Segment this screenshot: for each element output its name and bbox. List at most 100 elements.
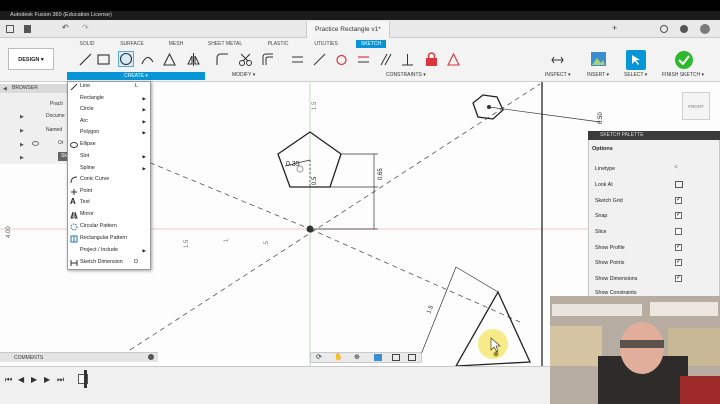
play-icon[interactable]: ▶ xyxy=(31,375,37,384)
tab-mesh[interactable]: MESH xyxy=(166,40,186,48)
zoom-icon[interactable]: ⊕ xyxy=(354,353,360,361)
arc-tool-icon[interactable] xyxy=(140,52,155,67)
select-menu-trigger[interactable]: SELECT ▾ xyxy=(624,72,647,79)
menu-item-text[interactable]: Text xyxy=(80,197,148,208)
dimension-0-35[interactable]: 0.35 xyxy=(286,161,300,168)
menu-item-arc[interactable]: Arc ▶ xyxy=(80,116,148,127)
help-icon[interactable] xyxy=(680,25,688,33)
step-forward-icon[interactable]: ▶ xyxy=(44,375,50,384)
show-points-checkbox[interactable]: ✓ xyxy=(675,259,682,266)
menu-item-slot[interactable]: Slot ▶ xyxy=(80,151,148,162)
mirror-tool-icon[interactable] xyxy=(186,52,201,67)
workspace-switcher[interactable]: DESIGN ▾ xyxy=(8,48,54,70)
tab-sheet-metal[interactable]: SHEET METAL xyxy=(205,40,245,48)
tab-plastic[interactable]: PLASTIC xyxy=(265,40,291,48)
expand-icon[interactable]: ▶ xyxy=(20,128,24,134)
notifications-icon[interactable] xyxy=(660,25,668,33)
options-section-header[interactable]: Options xyxy=(592,146,613,152)
inspect-icon[interactable] xyxy=(550,52,565,67)
browser-title[interactable]: BROWSER xyxy=(0,84,74,93)
inspect-menu-trigger[interactable]: INSPECT ▾ xyxy=(545,72,570,79)
construction-linetype-icon[interactable]: < xyxy=(674,164,678,171)
horizontal-constraint-icon[interactable] xyxy=(290,52,305,67)
dimension-0-5[interactable]: 0.5 xyxy=(312,176,318,185)
display-settings-icon[interactable] xyxy=(374,354,382,361)
expand-icon[interactable]: ▶ xyxy=(20,155,24,161)
go-to-end-icon[interactable]: ⏭ xyxy=(57,375,64,385)
grid-icon[interactable] xyxy=(6,25,14,33)
offset-tool-icon[interactable] xyxy=(260,52,275,67)
go-to-start-icon[interactable]: ⏮ xyxy=(5,375,12,385)
menu-item-polygon[interactable]: Polygon ▶ xyxy=(80,127,148,138)
browser-item-origin[interactable]: Or xyxy=(58,139,64,148)
tangent-constraint-icon[interactable] xyxy=(334,52,349,67)
menu-item-circle[interactable]: Circle ▶ xyxy=(80,104,148,115)
orbit-icon[interactable]: ⟳ xyxy=(316,353,322,361)
look-at-icon[interactable] xyxy=(675,181,683,188)
tab-utilities[interactable]: UTILITIES xyxy=(312,40,340,48)
step-back-icon[interactable]: ◀ xyxy=(18,375,24,384)
constraints-menu-trigger[interactable]: CONSTRAINTS ▾ xyxy=(386,72,426,79)
sketch-grid-checkbox[interactable]: ✓ xyxy=(675,197,682,204)
redo-icon[interactable]: ↷ xyxy=(82,23,89,32)
pan-icon[interactable]: ✋ xyxy=(334,353,343,361)
dimension-0-65[interactable]: 0.65 xyxy=(378,168,384,180)
fillet-tool-icon[interactable] xyxy=(215,52,230,67)
menu-item-point[interactable]: Point xyxy=(80,186,148,197)
parallel-constraint-icon[interactable] xyxy=(378,52,393,67)
trim-tool-icon[interactable] xyxy=(238,52,253,67)
menu-item-mirror[interactable]: Mirror xyxy=(80,209,148,220)
dimension-1-5[interactable]: 1.5 xyxy=(426,304,435,315)
document-tab[interactable]: Practice Rectangle v1* xyxy=(306,21,390,38)
midpoint-constraint-icon[interactable] xyxy=(446,52,461,67)
equal-constraint-icon[interactable] xyxy=(356,52,371,67)
insert-menu-trigger[interactable]: INSERT ▾ xyxy=(587,72,609,79)
snap-checkbox[interactable]: ✓ xyxy=(675,212,682,219)
tab-solid[interactable]: SOLID xyxy=(76,40,98,48)
coincident-constraint-icon[interactable] xyxy=(312,52,327,67)
show-profile-checkbox[interactable]: ✓ xyxy=(675,244,682,251)
circle-tool-icon[interactable] xyxy=(118,51,134,67)
browser-item-named-views[interactable]: Named xyxy=(46,126,62,135)
slice-checkbox[interactable] xyxy=(675,228,682,235)
tab-surface[interactable]: SURFACE xyxy=(118,40,146,48)
menu-item-spline[interactable]: Spline ▶ xyxy=(80,163,148,174)
add-comment-icon[interactable] xyxy=(148,354,154,360)
menu-item-project-include[interactable]: Project / Include ▶ xyxy=(80,245,148,256)
insert-image-icon[interactable] xyxy=(590,51,607,67)
finish-sketch-menu-trigger[interactable]: FINISH SKETCH ▾ xyxy=(662,72,704,79)
eye-icon[interactable] xyxy=(32,141,39,146)
tab-sketch[interactable]: SKETCH xyxy=(356,40,386,48)
menu-item-rectangular-pattern[interactable]: Rectangular Pattern xyxy=(80,233,148,244)
create-menu-trigger[interactable]: CREATE ▾ xyxy=(67,72,205,80)
browser-collapse-icon[interactable]: ◀ xyxy=(3,86,7,92)
comments-panel[interactable]: COMMENTS xyxy=(0,352,158,362)
undo-icon[interactable]: ↶ xyxy=(62,23,69,32)
sketch-palette-title[interactable]: SKETCH PALETTE xyxy=(588,131,720,140)
browser-item-root[interactable]: Practi xyxy=(50,100,63,109)
add-tab-icon[interactable]: + xyxy=(612,23,617,33)
rectangle-tool-icon[interactable] xyxy=(96,52,111,67)
expand-icon[interactable]: ▶ xyxy=(20,142,24,148)
fix-constraint-icon[interactable] xyxy=(424,51,439,67)
polygon-tool-icon[interactable] xyxy=(162,52,177,67)
menu-item-sketch-dimension[interactable]: Sketch Dimension D xyxy=(80,257,148,268)
timeline-marker[interactable] xyxy=(84,370,87,388)
menu-item-conic-curve[interactable]: Conic Curve xyxy=(80,174,148,185)
file-icon[interactable] xyxy=(24,25,31,33)
menu-item-ellipse[interactable]: Ellipse xyxy=(80,139,148,150)
account-icon[interactable] xyxy=(700,24,710,34)
menu-item-line[interactable]: Line L xyxy=(80,81,148,92)
grid-settings-icon[interactable] xyxy=(392,354,400,361)
expand-icon[interactable]: ▶ xyxy=(20,114,24,120)
view-cube[interactable]: FRONT xyxy=(682,92,710,120)
line-tool-icon[interactable] xyxy=(78,52,93,67)
modify-menu-trigger[interactable]: MODIFY ▾ xyxy=(232,72,255,79)
menu-item-circular-pattern[interactable]: Circular Pattern xyxy=(80,221,148,232)
browser-item-document-settings[interactable]: Docume xyxy=(46,112,65,121)
menu-item-rectangle[interactable]: Rectangle ▶ xyxy=(80,93,148,104)
viewports-icon[interactable] xyxy=(408,354,416,361)
perpendicular-constraint-icon[interactable] xyxy=(400,52,415,67)
dimension-0-50[interactable]: 0.50 xyxy=(598,112,604,124)
show-dimensions-checkbox[interactable]: ✓ xyxy=(675,275,682,282)
